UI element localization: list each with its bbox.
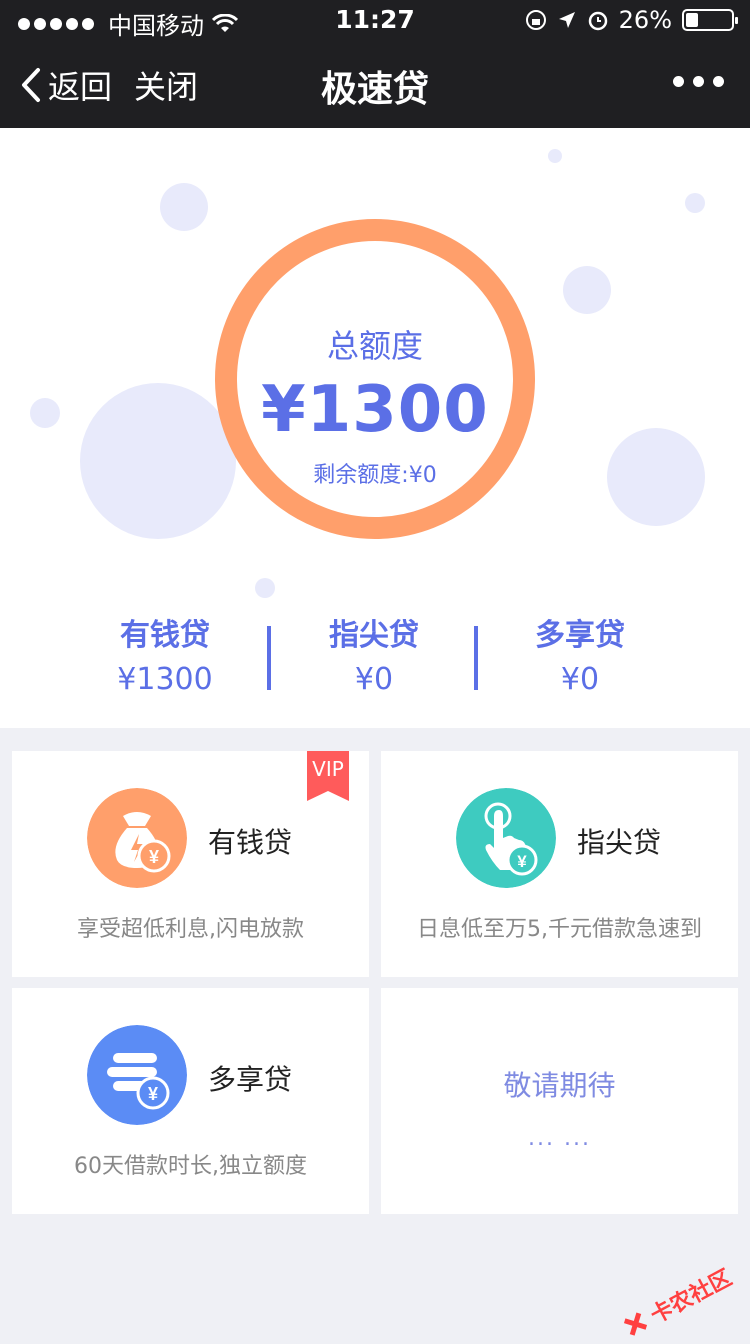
total-credit-amount: ¥1300 <box>261 373 489 447</box>
card-title: 有钱贷 <box>208 826 293 859</box>
product-card-youqiandai[interactable]: VIP ¥ 有钱贷 享受超低利息,闪电放款 <box>12 751 369 977</box>
svg-text:¥: ¥ <box>517 852 527 871</box>
stat-name: 多享贷 <box>535 618 625 653</box>
top-bar: 中国移动 11:27 26% 返回 关闭 极速贷 <box>0 0 750 128</box>
product-card-zhijiandai[interactable]: ¥ 指尖贷 日息低至万5,千元借款急速到 <box>381 751 738 977</box>
alarm-icon <box>588 11 607 31</box>
orientation-lock-icon <box>525 10 546 30</box>
credit-overview: 总额度 ¥1300 剩余额度:¥0 有钱贷 ¥1300 指尖贷 ¥0 多享贷 ¥… <box>0 128 750 728</box>
decor-bubble <box>160 183 208 231</box>
total-credit-ring: 总额度 ¥1300 剩余额度:¥0 <box>215 219 535 539</box>
decor-bubble <box>255 578 275 598</box>
page-title: 极速贷 <box>320 69 429 110</box>
stat-youqiandai: 有钱贷 ¥1300 <box>55 610 275 697</box>
product-credit-summary: 有钱贷 ¥1300 指尖贷 ¥0 多享贷 ¥0 <box>0 610 750 700</box>
battery-icon <box>682 9 738 31</box>
status-bar: 中国移动 11:27 26% <box>0 0 750 40</box>
location-icon <box>558 12 575 28</box>
coin-stack-icon: ¥ <box>87 1025 187 1125</box>
card-description: 享受超低利息,闪电放款 <box>77 917 304 942</box>
remaining-credit: 剩余额度:¥0 <box>313 463 437 488</box>
finger-tap-icon: ¥ <box>456 788 556 888</box>
close-button[interactable]: 关闭 <box>134 62 198 108</box>
chevron-left-icon <box>22 68 40 102</box>
coming-soon-dots: ... ... <box>528 1126 591 1151</box>
total-credit-label: 总额度 <box>326 327 423 365</box>
stat-duoxiangdai: 多享贷 ¥0 <box>470 610 690 697</box>
decor-bubble <box>80 383 236 539</box>
decor-bubble <box>30 398 60 428</box>
back-label: 返回 <box>48 68 113 106</box>
decor-bubble <box>685 193 705 213</box>
stat-value: ¥0 <box>560 662 600 697</box>
decor-bubble <box>563 266 611 314</box>
battery-percent: 26% <box>618 6 672 34</box>
nav-bar: 返回 关闭 极速贷 <box>0 40 750 128</box>
card-description: 60天借款时长,独立额度 <box>74 1154 307 1179</box>
card-title: 指尖贷 <box>577 826 662 859</box>
decor-bubble <box>548 149 562 163</box>
stat-value: ¥0 <box>354 662 394 697</box>
money-bag-icon: ¥ <box>87 788 187 888</box>
card-description: 日息低至万5,千元借款急速到 <box>417 917 702 942</box>
stat-value: ¥1300 <box>117 662 213 697</box>
product-card-duoxiangdai[interactable]: ¥ 多享贷 60天借款时长,独立额度 <box>12 988 369 1214</box>
stat-zhijiandai: 指尖贷 ¥0 <box>264 610 484 697</box>
watermark-text: 卡农社区 <box>646 1265 737 1329</box>
card-title: 多享贷 <box>208 1063 293 1096</box>
stat-name: 有钱贷 <box>120 618 210 653</box>
svg-text:¥: ¥ <box>149 847 159 867</box>
vip-badge: VIP <box>307 751 349 801</box>
coming-soon-title: 敬请期待 <box>503 1069 616 1102</box>
more-button[interactable] <box>673 76 724 87</box>
watermark-logo-icon <box>623 1312 648 1336</box>
stat-name: 指尖贷 <box>329 618 419 653</box>
decor-bubble <box>607 428 705 526</box>
svg-text:¥: ¥ <box>148 1084 158 1104</box>
back-button[interactable]: 返回 <box>20 62 112 108</box>
status-right: 26% <box>525 6 738 34</box>
community-watermark: 卡农社区 <box>617 1260 736 1344</box>
coming-soon-card: 敬请期待 ... ... <box>381 988 738 1214</box>
